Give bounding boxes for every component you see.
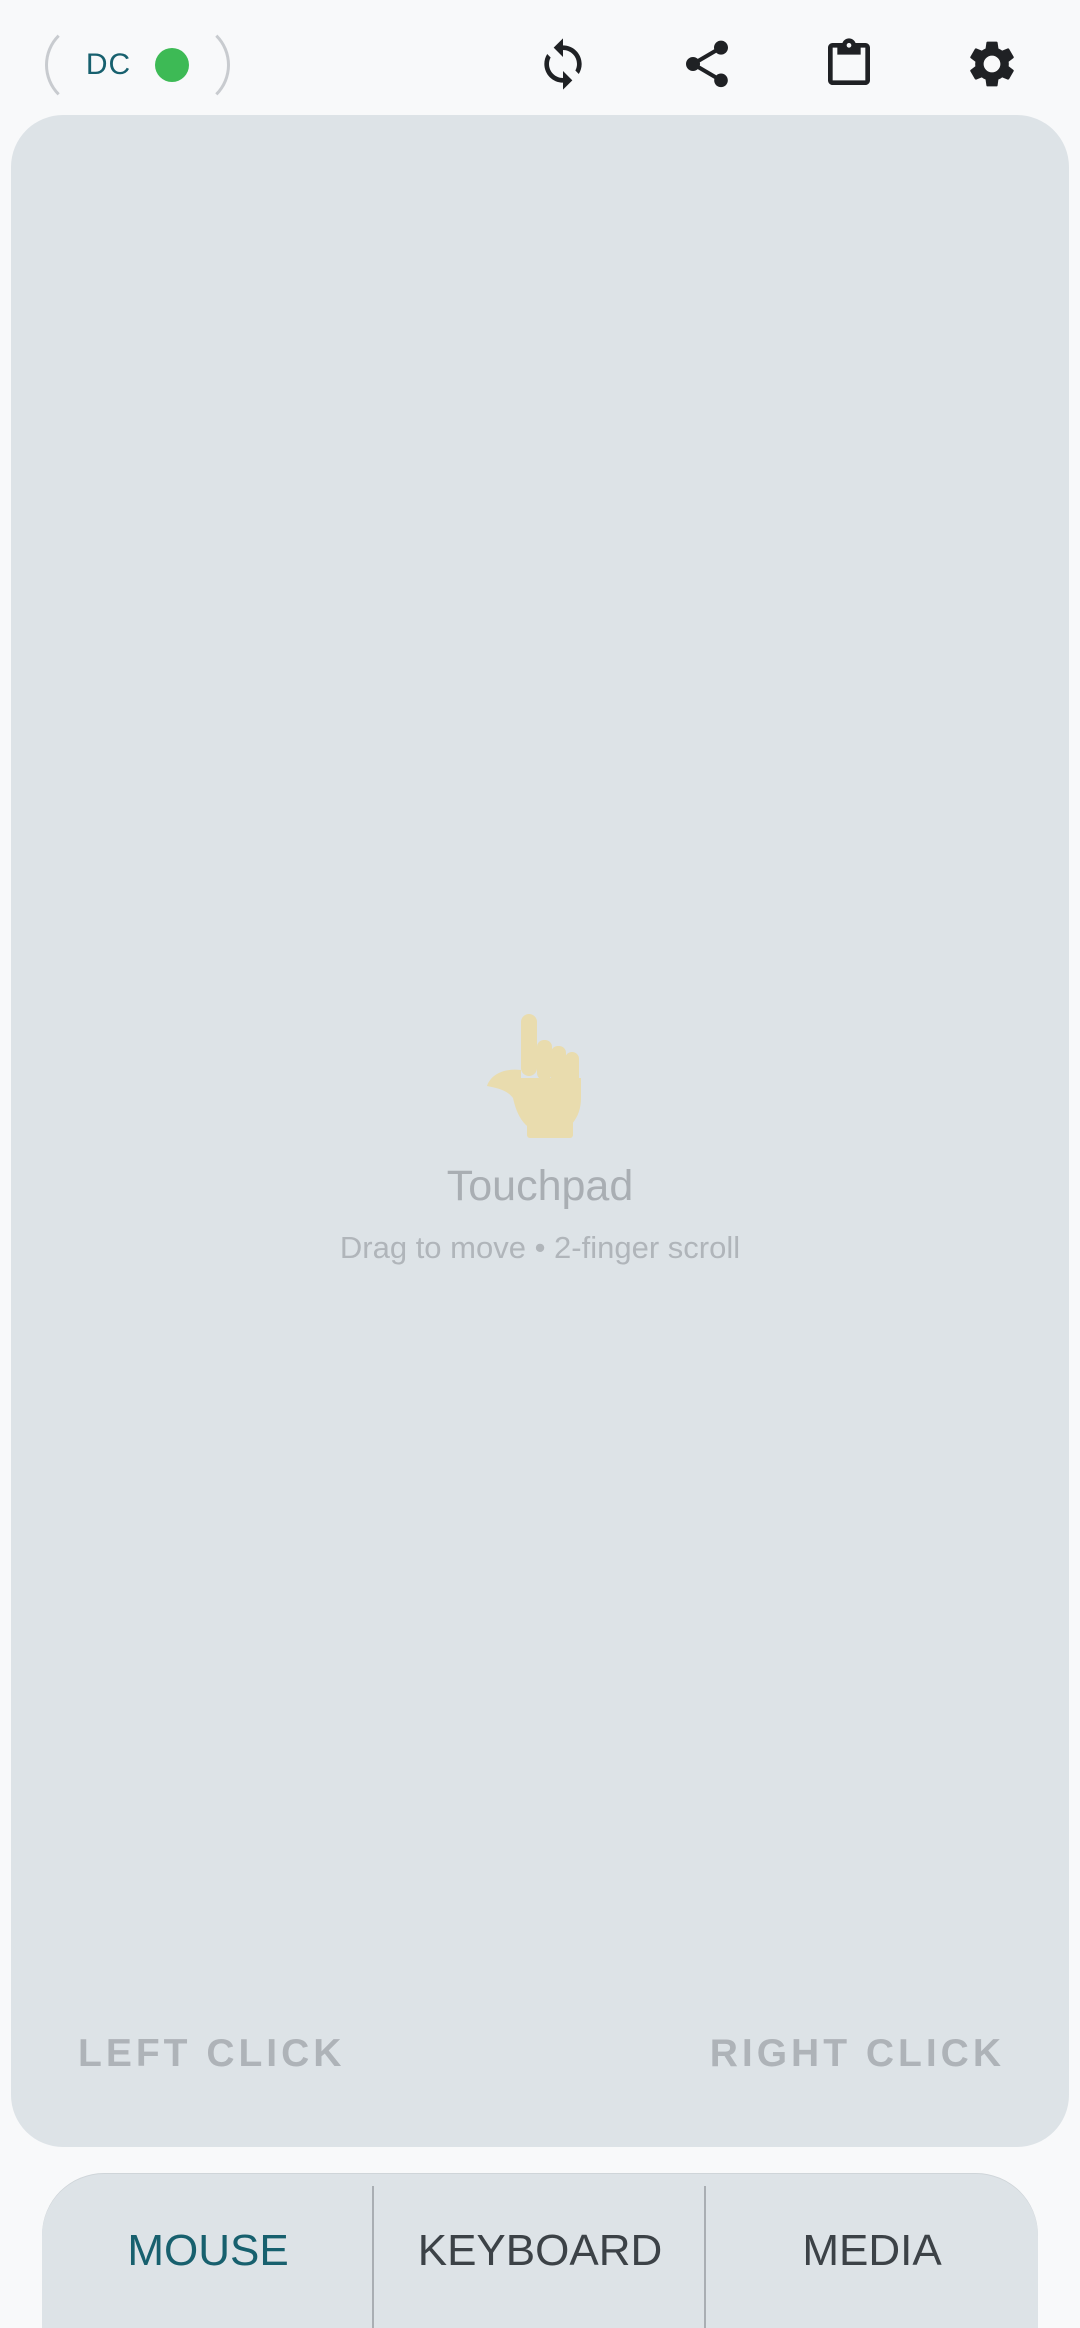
connected-status-dot [155, 48, 190, 82]
clipboard-icon [828, 38, 870, 85]
tab-mouse[interactable]: MOUSE [42, 2174, 374, 2328]
right-click-button[interactable]: RIGHT CLICK [710, 2032, 1005, 2076]
touchpad-title: Touchpad [446, 1162, 634, 1210]
gear-icon [970, 41, 1014, 87]
touchpad-hint: Drag to move • 2-finger scroll [339, 1230, 741, 1265]
mode-tab-bar: MOUSE KEYBOARD MEDIA [42, 2174, 1038, 2328]
settings-button[interactable] [960, 32, 1024, 96]
share-icon [686, 40, 728, 88]
share-button[interactable] [675, 32, 739, 96]
tab-keyboard[interactable]: KEYBOARD [374, 2174, 706, 2328]
clipboard-button[interactable] [817, 32, 881, 96]
connection-label: DC [85, 48, 132, 81]
app-screen: DC Touchpad Drag to move • 2-finger scro… [0, 0, 1080, 2328]
sync-button[interactable] [531, 32, 595, 96]
tab-media[interactable]: MEDIA [706, 2174, 1038, 2328]
sync-icon [544, 38, 582, 90]
connection-indicator[interactable]: DC [45, 22, 230, 108]
left-click-button[interactable]: LEFT CLICK [78, 2032, 345, 2076]
pointing-hand-icon [487, 1014, 581, 1138]
